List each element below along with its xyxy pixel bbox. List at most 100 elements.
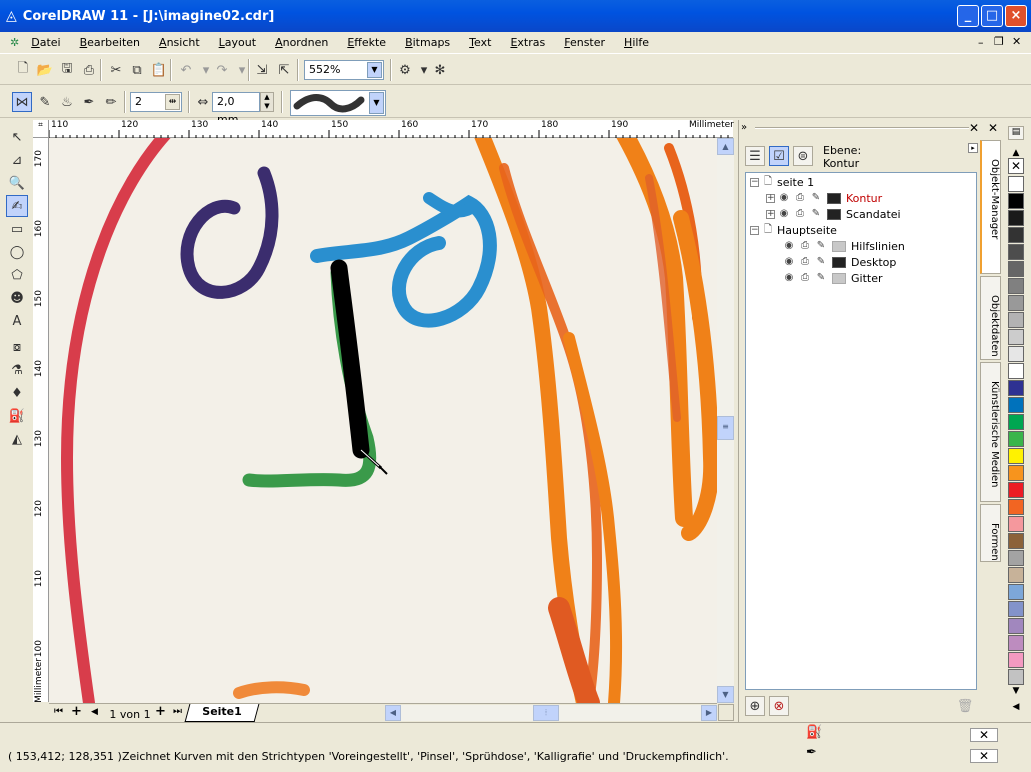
- add-page-after-button[interactable]: +: [155, 704, 166, 719]
- palette-swatch[interactable]: [1008, 278, 1024, 294]
- layer-color-swatch[interactable]: [832, 256, 846, 268]
- tree-node-hauptseite[interactable]: − 🗋 Hauptseite: [750, 222, 837, 238]
- docker-grip[interactable]: [755, 127, 969, 129]
- tree-node-hilfslinien[interactable]: ◉ ⎙ ✎ Hilfslinien: [782, 238, 905, 254]
- docker-close-button[interactable]: ✕: [969, 121, 979, 135]
- printer-icon[interactable]: ⎙: [798, 239, 812, 253]
- menu-datei[interactable]: Datei: [31, 36, 60, 49]
- palette-scroll-down-icon[interactable]: ▼: [1008, 686, 1024, 700]
- docker-grip-icon[interactable]: »: [741, 122, 747, 133]
- palette-expand-icon[interactable]: ◀: [1008, 702, 1024, 716]
- docker-menu-arrow-icon[interactable]: ▸: [968, 143, 978, 153]
- menu-bitmaps[interactable]: Bitmaps: [405, 36, 450, 49]
- pencil-icon[interactable]: ✎: [814, 255, 828, 269]
- palette-swatch[interactable]: [1008, 584, 1024, 600]
- scroll-left-button[interactable]: ◀: [385, 705, 401, 721]
- outline-pen-icon[interactable]: ✒: [806, 745, 817, 760]
- menu-fenster[interactable]: Fenster: [564, 36, 605, 49]
- palette-swatch[interactable]: [1008, 431, 1024, 447]
- eye-icon[interactable]: ◉: [777, 191, 791, 205]
- palette-swatch[interactable]: [1008, 193, 1024, 209]
- text-tool-icon[interactable]: A: [6, 310, 28, 332]
- freehand-smoothing-field[interactable]: 2 ⇹: [130, 92, 182, 112]
- page-tab-seite1[interactable]: Seite1: [184, 704, 260, 722]
- new-icon[interactable]: 🗋: [13, 60, 33, 80]
- palette-swatch[interactable]: [1008, 533, 1024, 549]
- menu-ansicht[interactable]: Ansicht: [159, 36, 200, 49]
- palette-swatch[interactable]: [1008, 448, 1024, 464]
- outline-tool-icon[interactable]: ♦: [6, 382, 28, 404]
- palette-swatch[interactable]: [1008, 346, 1024, 362]
- zoom-tool-icon[interactable]: 🔍: [6, 172, 28, 194]
- scroll-down-button[interactable]: ▼: [717, 686, 734, 703]
- palette-swatch[interactable]: [1008, 210, 1024, 226]
- doc-minimize-button[interactable]: –: [978, 36, 984, 49]
- layer-color-swatch[interactable]: [832, 240, 846, 252]
- doc-restore-button[interactable]: ❐: [994, 35, 1004, 48]
- horizontal-scrollbar[interactable]: ◀ ⦙ ▶: [385, 705, 717, 721]
- navigator-button[interactable]: [718, 704, 734, 721]
- shape-tool-icon[interactable]: ⊿: [6, 149, 28, 171]
- layer-color-swatch[interactable]: [827, 192, 841, 204]
- menu-text[interactable]: Text: [469, 36, 491, 49]
- outline-none-indicator[interactable]: ✕: [970, 749, 998, 763]
- menu-hilfe[interactable]: Hilfe: [624, 36, 649, 49]
- chevron-down-icon[interactable]: ▼: [367, 62, 382, 78]
- maximize-button[interactable]: □: [981, 5, 1003, 27]
- palette-swatch[interactable]: [1008, 567, 1024, 583]
- preset-brush-icon[interactable]: ⋈: [12, 92, 32, 112]
- minimize-button[interactable]: _: [957, 5, 979, 27]
- basic-shapes-tool-icon[interactable]: ☻: [6, 287, 28, 309]
- menu-anordnen[interactable]: Anordnen: [275, 36, 328, 49]
- palette-swatch[interactable]: [1008, 652, 1024, 668]
- menu-effekte[interactable]: Effekte: [347, 36, 386, 49]
- eye-icon[interactable]: ◉: [782, 271, 796, 285]
- vertical-ruler[interactable]: 170 160 150 140 130 120 110 100 Millimet…: [33, 138, 49, 703]
- pencil-icon[interactable]: ✎: [814, 239, 828, 253]
- fill-bucket-icon[interactable]: ⛽: [806, 725, 822, 740]
- collapse-icon[interactable]: −: [750, 225, 759, 235]
- calligraphic-icon[interactable]: ✒: [79, 92, 99, 112]
- palette-swatch[interactable]: [1008, 176, 1024, 192]
- docker-group-close-button[interactable]: ✕: [988, 121, 998, 135]
- tree-node-kontur[interactable]: + ◉ ⎙ ✎ Kontur: [766, 190, 882, 206]
- palette-swatch[interactable]: [1008, 261, 1024, 277]
- tab-objektdaten[interactable]: Objektdaten: [980, 276, 1001, 360]
- palette-swatch[interactable]: [1008, 601, 1024, 617]
- new-layer-icon[interactable]: ⊕: [745, 696, 765, 716]
- pick-tool-icon[interactable]: ↖: [6, 126, 28, 148]
- add-page-before-button[interactable]: +: [71, 704, 82, 719]
- interactive-fill-tool-icon[interactable]: ◭: [6, 428, 28, 450]
- first-page-button[interactable]: ⏮: [54, 706, 63, 717]
- eye-icon[interactable]: ◉: [777, 207, 791, 221]
- palette-swatch[interactable]: [1008, 397, 1024, 413]
- palette-swatch[interactable]: [1008, 635, 1024, 651]
- sprayer-icon[interactable]: ♨: [57, 92, 77, 112]
- pencil-icon[interactable]: ✎: [809, 191, 823, 205]
- palette-swatch[interactable]: [1008, 363, 1024, 379]
- interactive-blend-tool-icon[interactable]: ⧇: [6, 336, 28, 358]
- close-button[interactable]: ×: [1005, 5, 1027, 27]
- pressure-icon[interactable]: ✏: [101, 92, 121, 112]
- palette-swatch[interactable]: [1008, 380, 1024, 396]
- tab-kuenstlerische-medien[interactable]: Künstlerische Medien: [980, 362, 1001, 502]
- rectangle-tool-icon[interactable]: ▭: [6, 218, 28, 240]
- palette-swatch[interactable]: [1008, 550, 1024, 566]
- polygon-tool-icon[interactable]: ⬠: [6, 264, 28, 286]
- pencil-icon[interactable]: ✎: [814, 271, 828, 285]
- zoom-level-select[interactable]: 552% ▼: [304, 60, 384, 80]
- palette-swatch[interactable]: [1008, 618, 1024, 634]
- brush-stroke-select[interactable]: ▼: [290, 90, 386, 116]
- palette-menu-icon[interactable]: ▤: [1008, 126, 1024, 140]
- layer-manager-view-icon[interactable]: ⊜: [793, 146, 813, 166]
- undo-icon[interactable]: ↶: [176, 60, 196, 80]
- open-icon[interactable]: 📂: [35, 60, 55, 80]
- tree-node-seite1[interactable]: − 🗋 seite 1: [750, 174, 814, 190]
- tab-objekt-manager[interactable]: Objekt-Manager: [980, 140, 1001, 274]
- ruler-origin[interactable]: ⌗: [33, 120, 49, 138]
- tree-node-scandatei[interactable]: + ◉ ⎙ ✎ Scandatei: [766, 206, 901, 222]
- prev-page-button[interactable]: ◀: [91, 707, 98, 717]
- redo-icon[interactable]: ↷: [212, 60, 232, 80]
- eye-icon[interactable]: ◉: [782, 239, 796, 253]
- document-icon[interactable]: ✲: [10, 36, 19, 49]
